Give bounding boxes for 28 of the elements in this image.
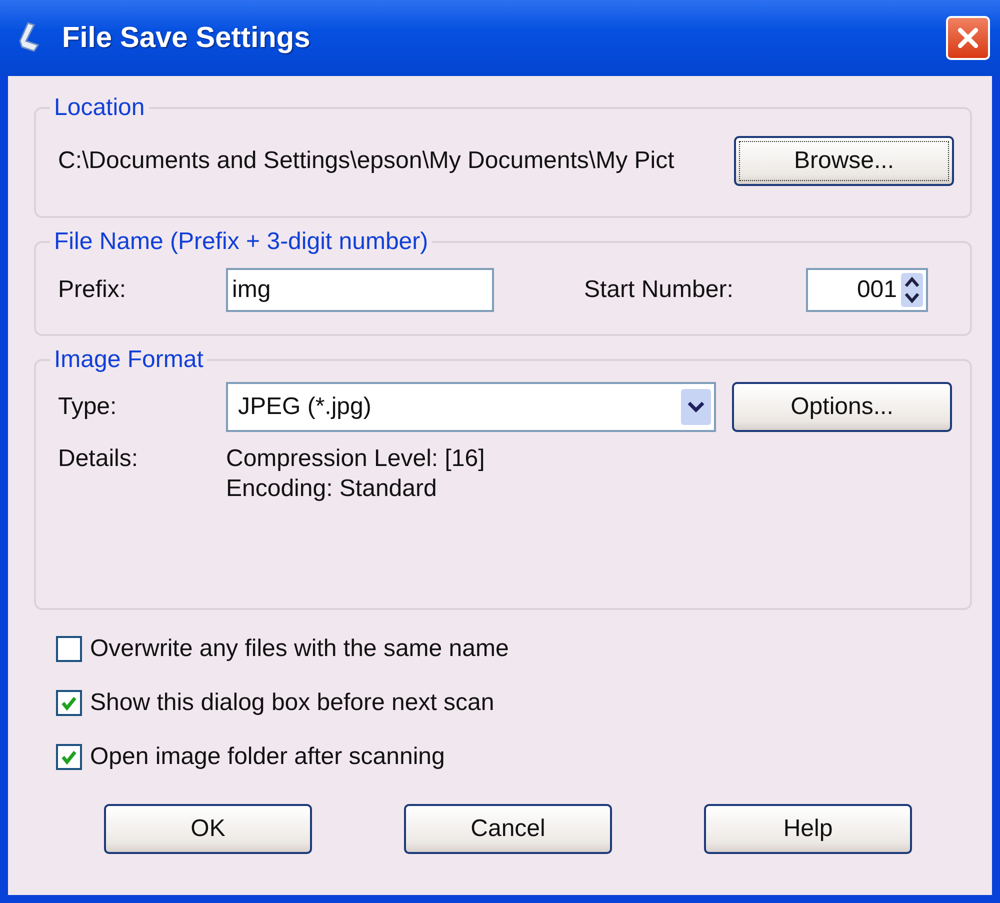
checkbox-label[interactable]: Overwrite any files with the same name (90, 635, 509, 663)
details-label: Details: (58, 444, 140, 474)
checkbox[interactable] (56, 636, 82, 662)
options-button[interactable]: Options... (732, 382, 952, 432)
close-button[interactable] (946, 16, 990, 60)
folder-path: C:\Documents and Settings\epson\My Documents\My Pict (58, 147, 676, 175)
type-dropdown[interactable]: JPEG (*.jpg) (226, 382, 716, 432)
details-text: Encoding: Standard (226, 474, 438, 504)
browse-button[interactable]: Browse... (734, 136, 954, 186)
dialog-button[interactable]: OK (104, 804, 312, 854)
group-legend: File Name (Prefix + 3-digit number) (50, 228, 432, 256)
details-text: Compression Level: [16] (226, 444, 485, 474)
dialog-button[interactable]: Cancel (404, 804, 612, 854)
start-number-spinner[interactable]: 001 (806, 268, 928, 312)
group-legend: Location (50, 94, 149, 122)
type-label: Type: (58, 393, 118, 421)
start-number-label: Start Number: (584, 276, 734, 304)
dialog-button[interactable]: Help (704, 804, 912, 854)
prefix-field[interactable]: img (226, 268, 494, 312)
group-legend: Image Format (50, 346, 208, 374)
checkbox[interactable] (56, 744, 82, 770)
checkbox-label[interactable]: Show this dialog box before next scan (90, 689, 494, 717)
window-title: File Save Settings (62, 22, 312, 54)
prefix-label: Prefix: (58, 276, 128, 304)
checkbox-label[interactable]: Open image folder after scanning (90, 743, 445, 771)
close-icon (955, 25, 981, 51)
spinner-arrows-icon[interactable] (901, 273, 923, 307)
checkbox[interactable] (56, 690, 82, 716)
